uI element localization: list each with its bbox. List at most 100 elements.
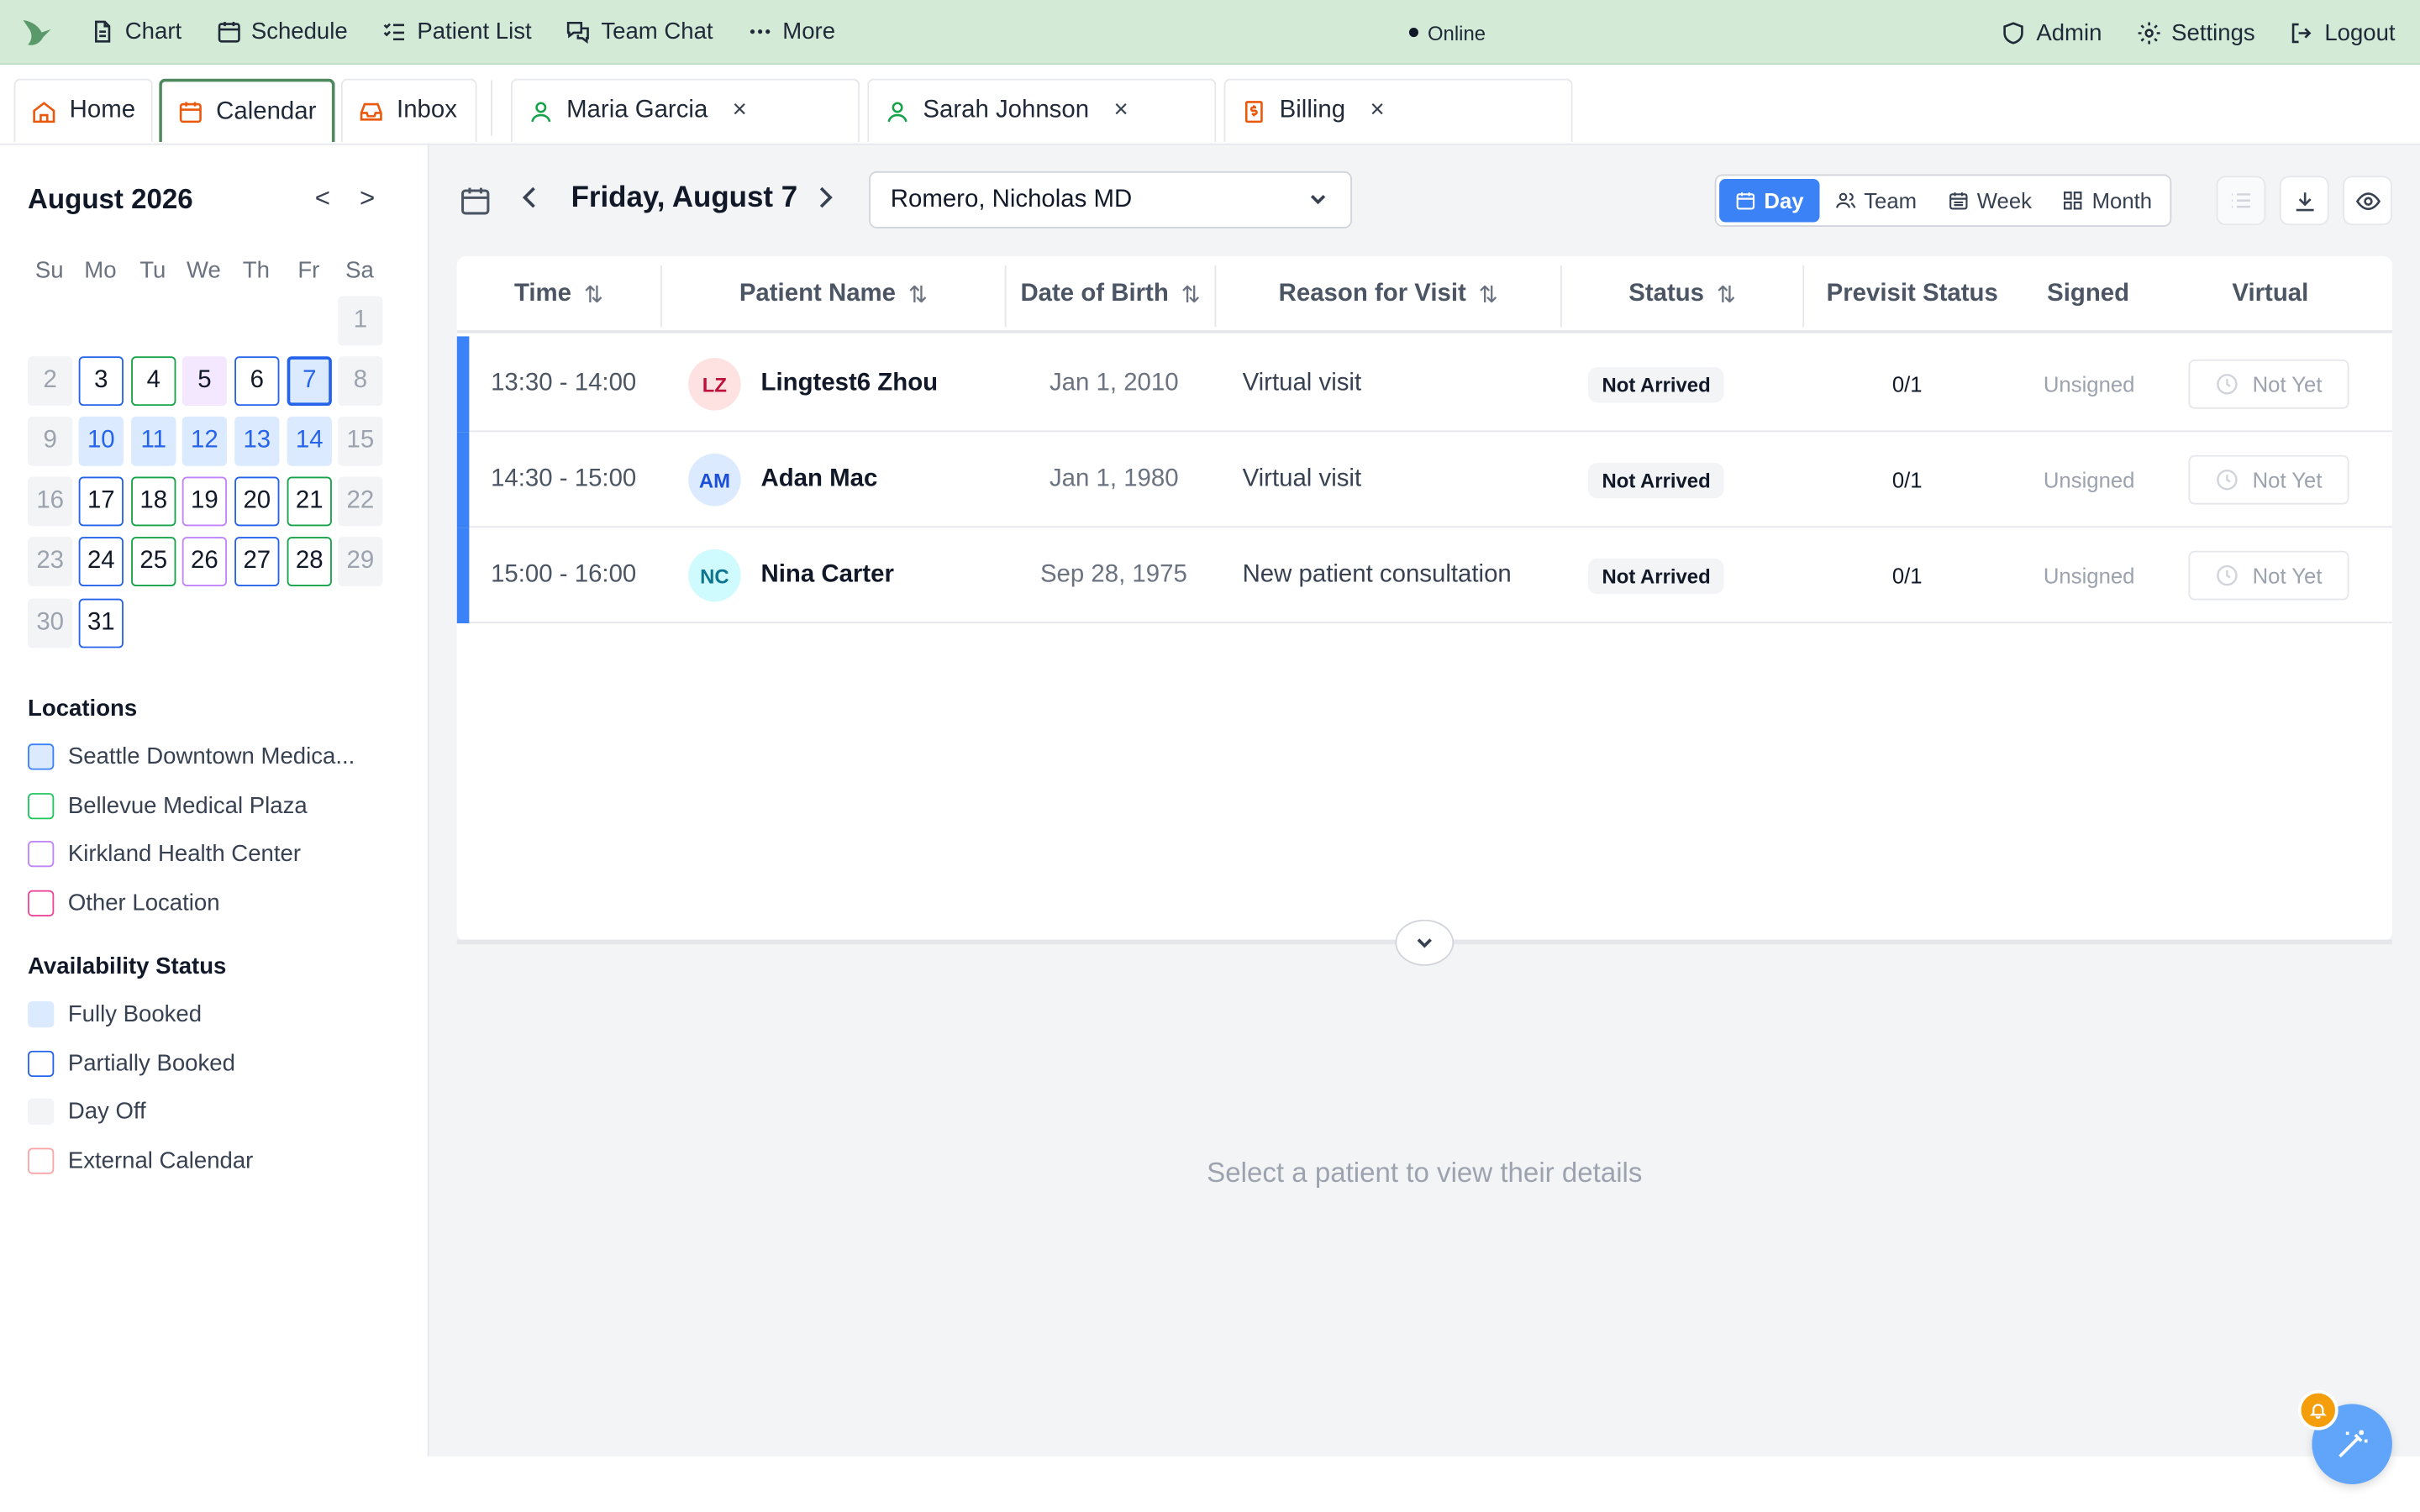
download-button[interactable] [2279,176,2329,226]
sort-icon: ⇅ [1478,282,1498,309]
calendar-day[interactable]: 22 [338,476,383,527]
provider-select[interactable]: Romero, Nicholas MD [869,171,1352,228]
view-team-button[interactable]: Team [1819,179,1933,222]
calendar-day[interactable]: 6 [234,356,280,407]
calendar-day[interactable]: 1 [338,296,383,346]
nav-admin[interactable]: Admin [2001,0,2102,65]
prev-month-button[interactable]: < [315,184,330,215]
nav-patient-list[interactable]: Patient List [381,0,532,64]
patient-name[interactable]: Adan Mac [761,466,878,494]
status-badge[interactable]: Not Arrived [1588,462,1725,498]
calendar-day[interactable]: 18 [131,476,176,527]
calendar-day[interactable]: 21 [287,476,332,527]
column-header-label: Signed [2047,281,2130,307]
calendar-day[interactable]: 7 [287,356,332,407]
close-icon[interactable]: × [1113,97,1128,125]
calendar-day[interactable]: 14 [287,416,332,466]
column-header-virtual: Virtual [2188,256,2352,333]
calendar-day[interactable]: 27 [234,537,280,586]
view-day-button[interactable]: Day [1719,179,1819,223]
calendar-day[interactable]: 4 [131,356,176,407]
prev-day-button[interactable] [518,184,540,219]
location-filter-item[interactable]: Bellevue Medical Plaza [28,793,308,820]
table-row[interactable]: 14:30 - 15:00 AM Adan Mac Jan 1, 1980 Vi… [456,432,2392,528]
calendar-day[interactable]: 20 [234,476,280,527]
tab-patient-maria-garcia[interactable]: Maria Garcia × [510,78,860,142]
signed-status: Unsigned [2043,467,2135,492]
grid-icon [2064,192,2083,210]
close-icon[interactable]: × [733,97,747,125]
calendar-day[interactable]: 29 [338,537,383,586]
chat-icon [567,21,590,44]
close-icon[interactable]: × [1370,97,1384,125]
view-week-button[interactable]: Week [1932,179,2047,222]
location-filter-item[interactable]: Kirkland Health Center [28,841,301,868]
location-filter-item[interactable]: Seattle Downtown Medica... [28,743,355,770]
bird-logo-icon[interactable] [18,13,55,50]
calendar-day[interactable]: 17 [78,476,124,527]
calendar-day[interactable]: 16 [28,476,73,527]
join-virtual-button[interactable]: Not Yet [2188,550,2349,601]
calendar-day[interactable]: 28 [287,537,332,586]
nav-settings[interactable]: Settings [2136,0,2255,65]
calendar-day[interactable]: 12 [182,416,228,466]
calendar-day[interactable]: 26 [182,537,228,586]
column-header-reason[interactable]: Reason for Visit ⇅ [1216,256,1560,333]
date-picker-icon[interactable] [459,184,492,218]
status-badge[interactable]: Not Arrived [1588,557,1725,594]
tab-inbox[interactable]: Inbox [340,78,477,142]
tab-billing[interactable]: Billing × [1223,78,1573,142]
nav-more[interactable]: More [747,0,835,64]
calendar-day[interactable]: 31 [78,598,124,648]
collapse-panel-button[interactable] [1395,919,1455,966]
column-header-date-of-birth[interactable]: Date of Birth ⇅ [1007,256,1215,333]
tab-patient-sarah-johnson[interactable]: Sarah Johnson × [867,78,1217,142]
column-header-time[interactable]: Time ⇅ [457,256,660,333]
calendar-day[interactable]: 24 [78,537,124,586]
calendar-day[interactable]: 2 [28,356,73,407]
status-badge[interactable]: Not Arrived [1588,366,1725,402]
tab-home[interactable]: Home [13,78,153,142]
table-row[interactable]: 15:00 - 16:00 NC Nina Carter Sep 28, 197… [456,528,2392,624]
next-month-button[interactable]: > [360,184,375,215]
notification-bell-button[interactable] [2297,1389,2338,1431]
location-filter-item[interactable]: Other Location [28,890,220,917]
calendar-day[interactable]: 5 [182,356,228,407]
table-row[interactable]: 13:30 - 14:00 LZ Lingtest6 Zhou Jan 1, 2… [456,336,2392,433]
patient-name[interactable]: Lingtest6 Zhou [761,370,939,398]
availability-swatch [28,1050,55,1078]
patient-name[interactable]: Nina Carter [761,562,894,590]
view-month-button[interactable]: Month [2047,179,2167,222]
calendar-day[interactable]: 30 [28,598,73,648]
calendar-day[interactable]: 9 [28,416,73,466]
nav-team-chat[interactable]: Team Chat [566,0,713,64]
appointment-time: 13:30 - 14:00 [491,370,637,397]
view-week-label: Week [1976,188,2033,213]
calendar-day[interactable]: 23 [28,537,73,586]
availability-title: Availability Status [28,953,227,980]
previsit-status: 0/1 [1891,371,1923,397]
column-header-patient-name[interactable]: Patient Name ⇅ [662,256,1005,333]
nav-chart[interactable]: Chart [90,0,182,64]
list-view-button[interactable] [2216,176,2266,226]
join-virtual-button[interactable]: Not Yet [2188,359,2349,409]
calendar-day[interactable]: 10 [78,416,124,466]
calendar-day[interactable]: 8 [338,356,383,407]
tab-calendar[interactable]: Calendar [159,78,335,142]
calendar-day[interactable]: 11 [131,416,176,466]
next-day-button[interactable] [815,184,837,219]
visibility-button[interactable] [2343,176,2392,226]
calendar-day[interactable]: 15 [338,416,383,466]
schedule-main-panel: Friday, August 7 Romero, Nicholas MD Day… [429,144,2420,1457]
weekday-label: Sa [345,257,374,284]
calendar-day[interactable]: 3 [78,356,124,407]
nav-schedule[interactable]: Schedule [216,0,348,64]
calendar-day[interactable]: 13 [234,416,280,466]
join-virtual-button[interactable]: Not Yet [2188,454,2349,505]
calendar-day[interactable]: 19 [182,476,228,527]
date-of-birth: Sep 28, 1975 [1039,561,1187,588]
tab-billing-label: Billing [1279,97,1346,123]
nav-logout[interactable]: Logout [2289,0,2396,65]
calendar-day[interactable]: 25 [131,537,176,586]
column-header-status[interactable]: Status ⇅ [1562,256,1803,333]
